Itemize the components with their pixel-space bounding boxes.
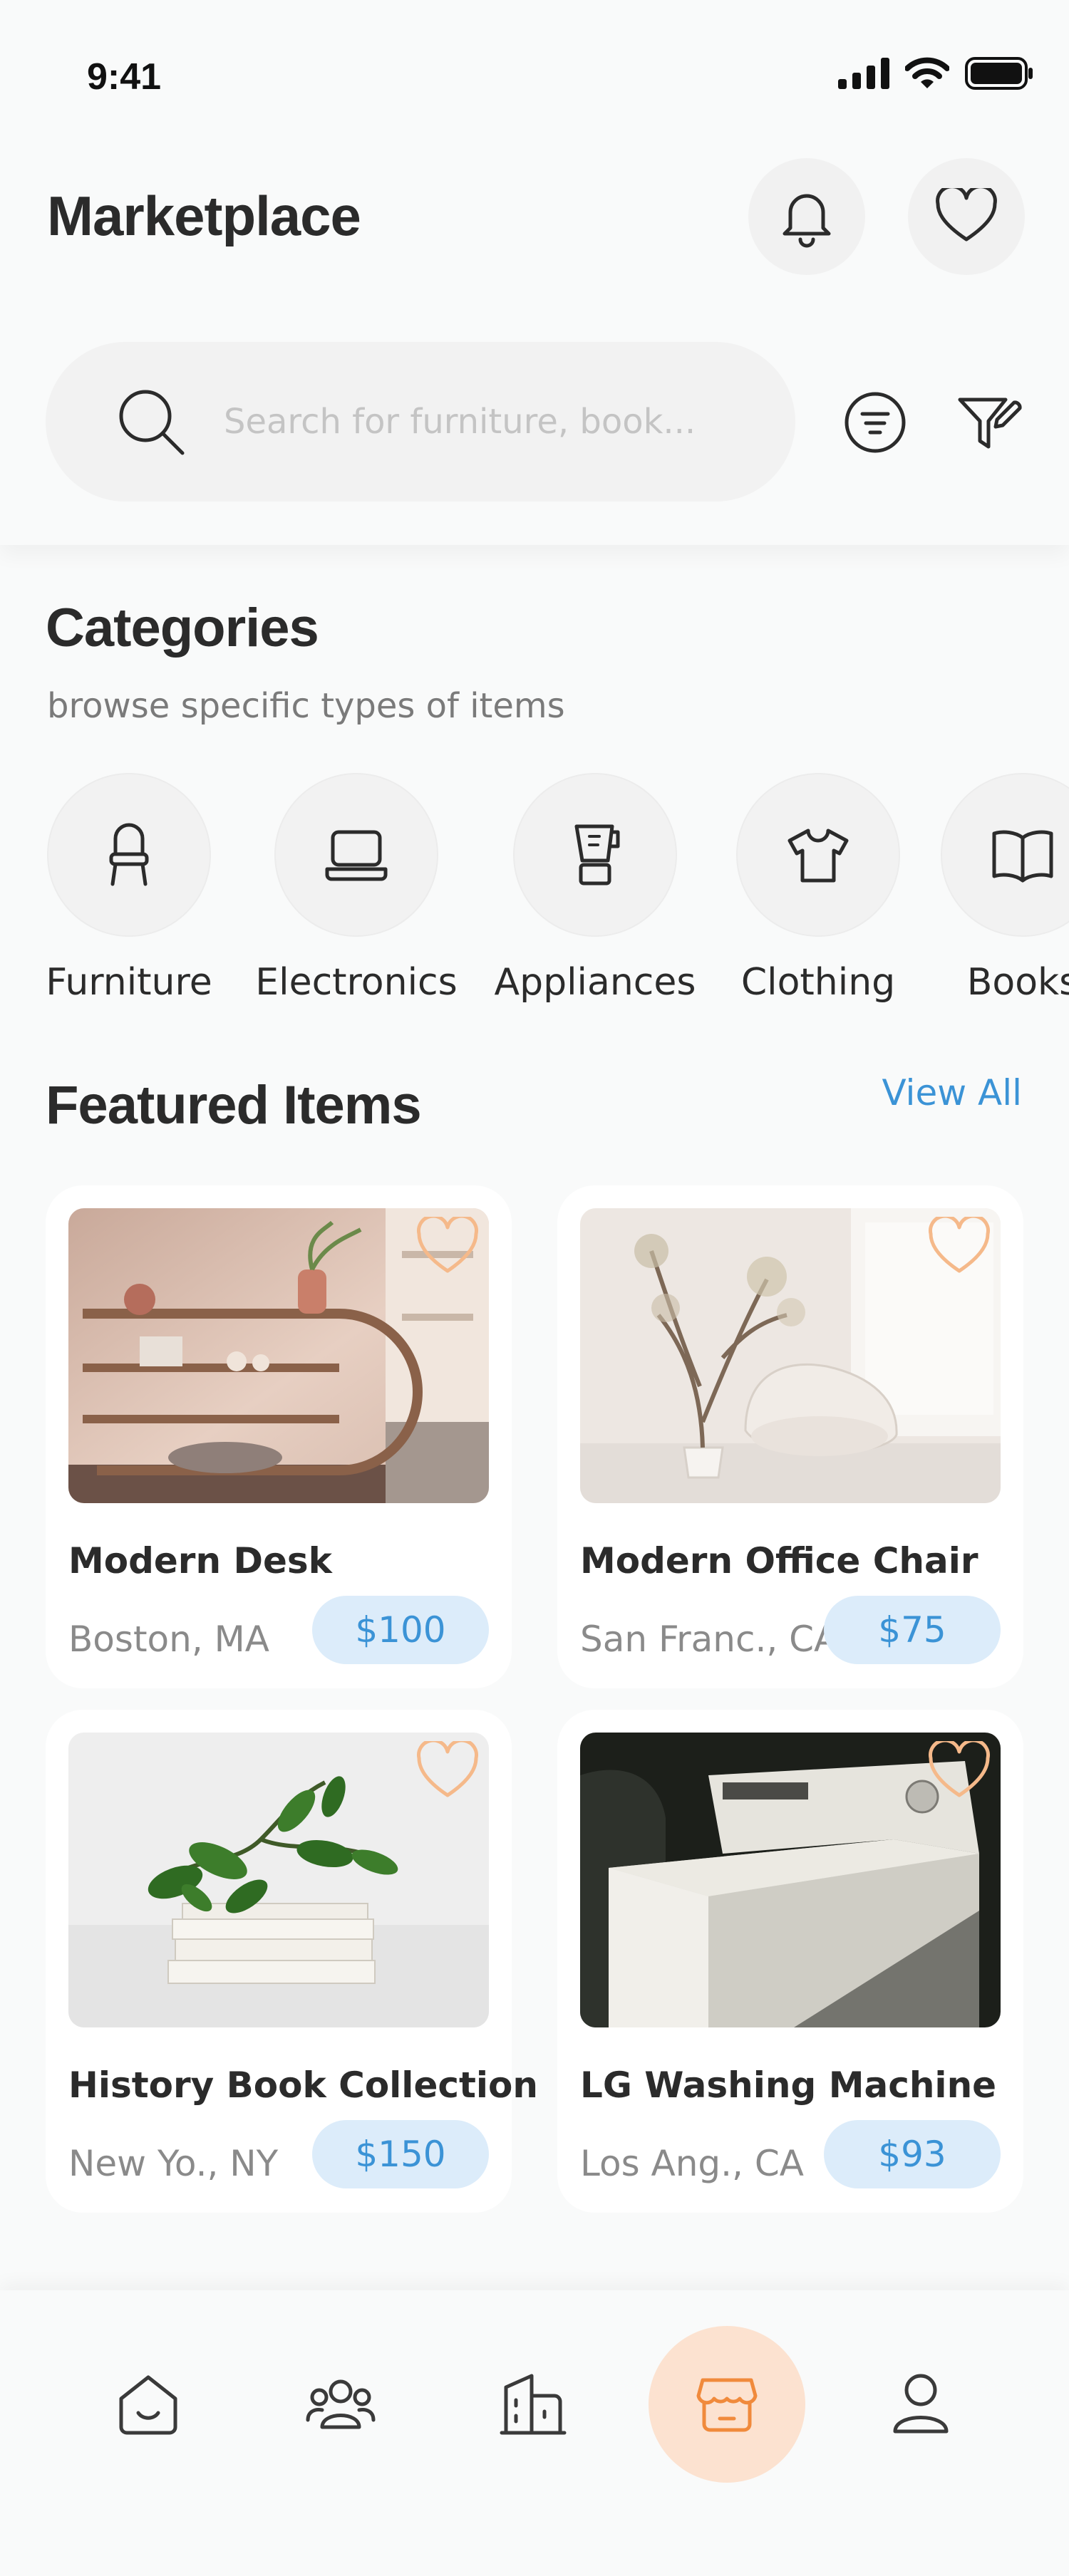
battery-icon [965, 57, 1033, 90]
cellular-signal-icon [838, 58, 889, 89]
view-all-link[interactable]: View All [882, 1072, 1022, 1113]
product-name: History Book Collection [68, 2065, 538, 2106]
product-name: Modern Desk [68, 1540, 332, 1582]
featured-title: Featured Items [46, 1075, 422, 1136]
category-label: Electronics [255, 961, 458, 1004]
search-bar[interactable] [46, 342, 795, 502]
sort-button[interactable] [838, 389, 912, 456]
product-card-modern-desk[interactable]: Modern Desk Boston, MA $100 [46, 1185, 512, 1688]
product-location: San Franc., CA [580, 1619, 839, 1660]
sort-list-icon [845, 392, 906, 453]
store-icon [696, 2378, 758, 2432]
nav-home[interactable] [70, 2326, 227, 2483]
product-name: Modern Office Chair [580, 1540, 978, 1582]
category-electronics[interactable]: Electronics [242, 773, 470, 1004]
filter-funnel-icon [958, 398, 1022, 449]
category-icon-circle [513, 773, 677, 937]
page-title: Marketplace [47, 185, 361, 247]
product-name: LG Washing Machine [580, 2065, 997, 2106]
product-price: $75 [824, 1596, 1001, 1664]
tshirt-icon [787, 829, 849, 883]
search-icon [119, 390, 185, 455]
blender-icon [574, 824, 620, 886]
category-icon-circle [274, 773, 438, 937]
category-label: Clothing [740, 961, 896, 1004]
product-location: New Yo., NY [68, 2143, 279, 2184]
bell-icon [783, 194, 831, 248]
product-price: $100 [312, 1596, 489, 1664]
heart-icon [936, 188, 997, 242]
product-card-office-chair[interactable]: Modern Office Chair San Franc., CA $75 [557, 1185, 1023, 1688]
product-location: Los Ang., CA [580, 2143, 804, 2184]
status-time: 9:41 [87, 56, 162, 98]
buildings-icon [500, 2374, 567, 2435]
profile-icon [893, 2374, 949, 2434]
nav-profile[interactable] [842, 2326, 999, 2483]
category-label: Books [966, 961, 1069, 1004]
category-label: Appliances [494, 961, 696, 1004]
product-price: $93 [824, 2120, 1001, 2188]
filter-button[interactable] [952, 386, 1026, 457]
book-icon [992, 830, 1053, 883]
favorites-button[interactable] [908, 158, 1025, 275]
nav-community[interactable] [262, 2326, 419, 2483]
chair-icon [109, 823, 149, 886]
product-location: Boston, MA [68, 1619, 269, 1660]
search-input[interactable] [224, 402, 737, 442]
favorite-heart-icon[interactable] [926, 1741, 992, 1801]
product-card-history-books[interactable]: History Book Collection New Yo., NY $150 [46, 1710, 538, 2213]
category-clothing[interactable]: Clothing [704, 773, 932, 1004]
home-icon [119, 2375, 177, 2435]
category-furniture[interactable]: Furniture [15, 773, 243, 1004]
favorite-heart-icon[interactable] [926, 1217, 992, 1277]
category-label: Furniture [46, 961, 212, 1004]
laptop-icon [325, 830, 388, 881]
categories-subtitle: browse specific types of items [47, 686, 565, 726]
category-icon-circle [47, 773, 211, 937]
favorite-heart-icon[interactable] [415, 1217, 480, 1277]
categories-title: Categories [46, 598, 319, 658]
product-card-washing-machine[interactable]: LG Washing Machine Los Ang., CA $93 [557, 1710, 1023, 2213]
category-icon-circle [941, 773, 1069, 937]
product-price: $150 [312, 2120, 489, 2188]
category-icon-circle [736, 773, 900, 937]
favorite-heart-icon[interactable] [415, 1741, 480, 1801]
status-icons [838, 57, 1033, 90]
wifi-icon [905, 57, 949, 88]
nav-marketplace[interactable] [649, 2326, 805, 2483]
category-appliances[interactable]: Appliances [481, 773, 709, 1004]
notifications-button[interactable] [748, 158, 865, 275]
header: 9:41 Marketplace [0, 0, 1069, 545]
community-icon [306, 2379, 376, 2429]
nav-buildings[interactable] [455, 2326, 611, 2483]
category-books[interactable]: Books [909, 773, 1069, 1004]
